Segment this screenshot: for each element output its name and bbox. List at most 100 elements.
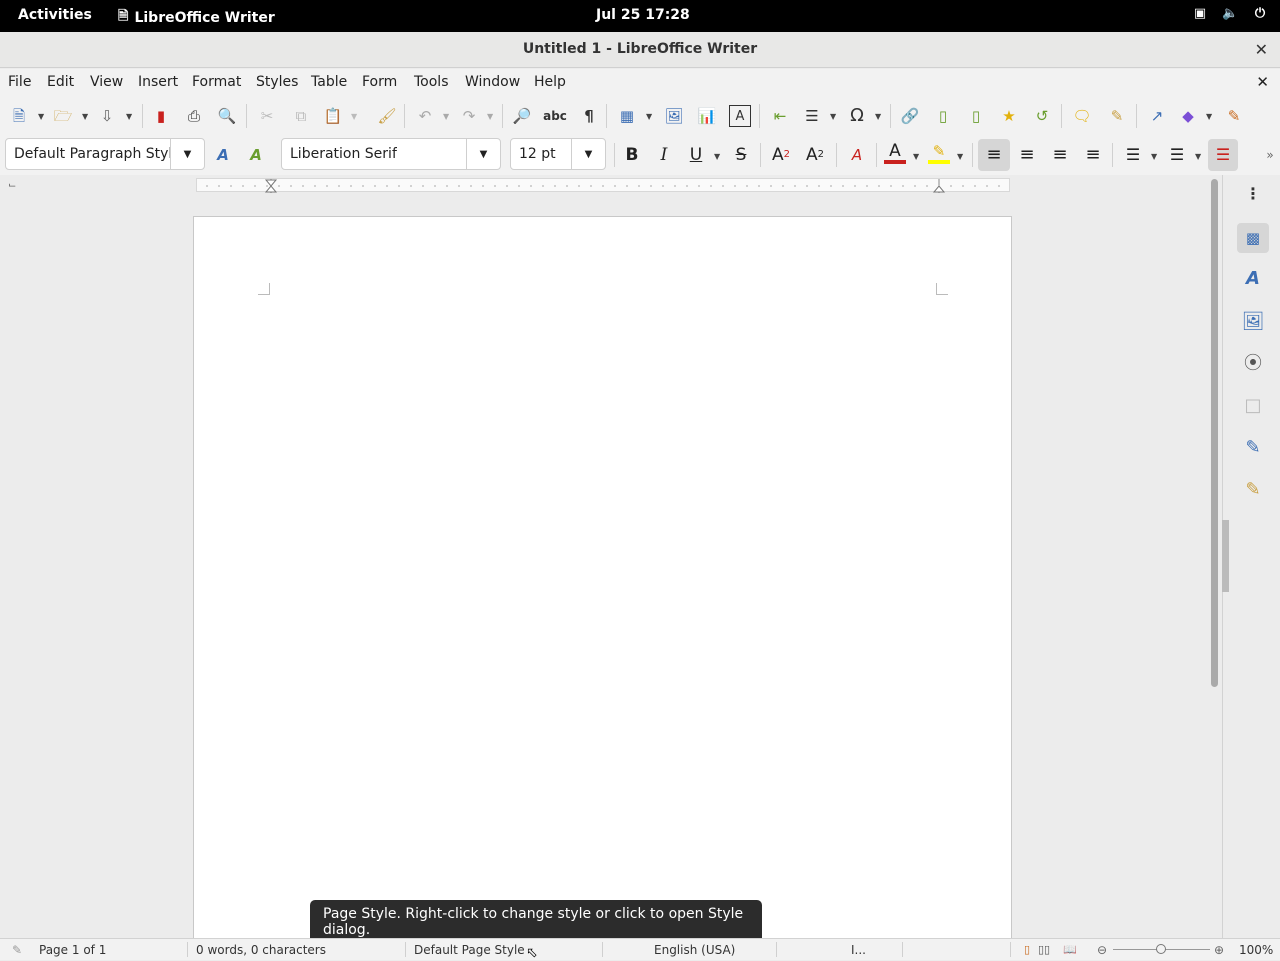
menu-window[interactable]: Window [465, 74, 520, 90]
activities-button[interactable]: Activities [18, 7, 92, 23]
window-close-button[interactable]: ✕ [1255, 40, 1268, 59]
document-workspace[interactable] [0, 196, 1206, 938]
chevron-down-icon[interactable]: ▼ [646, 112, 652, 121]
insert-page-break-icon[interactable]: ⇤ [769, 105, 791, 127]
insert-field-icon[interactable]: ☰ [801, 105, 823, 127]
chevron-down-icon[interactable]: ▼ [913, 152, 919, 161]
chevron-down-icon[interactable]: ▼ [1206, 112, 1212, 121]
chevron-down-icon[interactable]: ▼ [466, 139, 500, 169]
gallery-icon[interactable]: 🖼 [1242, 311, 1265, 333]
justify-icon[interactable]: ≡ [1082, 144, 1104, 166]
formatting-marks-icon[interactable]: ¶ [578, 105, 600, 127]
update-style-icon[interactable]: A [212, 144, 234, 166]
chevron-down-icon[interactable]: ▼ [82, 112, 88, 121]
properties-icon[interactable]: ▩ [1237, 223, 1269, 253]
chevron-down-icon[interactable]: ▼ [487, 112, 493, 121]
menu-format[interactable]: Format [192, 74, 241, 90]
chevron-down-icon[interactable]: ▼ [170, 139, 204, 169]
bookmark-icon[interactable]: ★ [998, 105, 1020, 127]
clear-formatting-icon[interactable]: A [846, 144, 868, 166]
comment-icon[interactable]: 🗨 [1071, 105, 1093, 127]
underline-icon[interactable]: U [685, 144, 707, 166]
page-count[interactable]: Page 1 of 1 [39, 943, 106, 957]
language-status[interactable]: English (USA) [654, 943, 735, 957]
align-right-icon[interactable]: ≡ [1049, 144, 1071, 166]
bold-icon[interactable]: B [621, 144, 643, 166]
zoom-level[interactable]: 100% [1239, 943, 1273, 957]
print-preview-icon[interactable]: 🔍 [216, 105, 238, 127]
single-page-view-icon[interactable]: ▯ [1024, 943, 1030, 956]
save-icon[interactable]: ⇩ [96, 105, 118, 127]
paste-icon[interactable]: 📋 [322, 105, 344, 127]
chevron-down-icon[interactable]: ▼ [571, 139, 605, 169]
menu-form[interactable]: Form [362, 74, 397, 90]
chevron-down-icon[interactable]: ▼ [351, 112, 357, 121]
word-count[interactable]: 0 words, 0 characters [196, 943, 326, 957]
chevron-down-icon[interactable]: ▼ [38, 112, 44, 121]
close-document-button[interactable]: ✕ [1256, 73, 1269, 91]
superscript-icon[interactable]: A2 [770, 144, 792, 166]
vertical-scrollbar[interactable] [1207, 175, 1222, 938]
outline-format-icon[interactable]: ☰ [1208, 139, 1238, 171]
menu-tools[interactable]: Tools [414, 74, 449, 90]
paragraph-style-value[interactable]: Default Paragraph Style [14, 146, 170, 162]
sidebar-collapse-handle[interactable] [1222, 520, 1229, 592]
navigator-icon[interactable]: ⦿ [1242, 353, 1264, 375]
font-color-icon[interactable]: A [884, 142, 906, 164]
vertical-scrollbar-thumb[interactable] [1211, 179, 1218, 687]
document-modified-icon[interactable]: ✎ [12, 943, 22, 957]
menu-help[interactable]: Help [534, 74, 566, 90]
special-character-icon[interactable]: Ω [846, 105, 868, 127]
track-changes-icon[interactable]: ✎ [1106, 105, 1128, 127]
highlight-icon[interactable]: ✎ [928, 142, 950, 164]
book-view-icon[interactable]: 📖 [1063, 943, 1077, 956]
open-folder-icon[interactable]: 🗁 [52, 105, 74, 127]
chevron-down-icon[interactable]: ▼ [957, 152, 963, 161]
manage-changes-icon[interactable]: ✎ [1242, 479, 1264, 501]
menu-file[interactable]: File [8, 74, 31, 90]
multi-page-view-icon[interactable]: ▯▯ [1038, 943, 1050, 956]
copy-icon[interactable]: ⧉ [290, 105, 312, 127]
align-center-icon[interactable]: ≡ [1016, 144, 1038, 166]
footnote-icon[interactable]: ▯ [932, 105, 954, 127]
zoom-in-icon[interactable]: ⊕ [1214, 943, 1224, 957]
system-tray[interactable]: ▣ 🔈 ⏻ [1192, 6, 1268, 24]
menu-table[interactable]: Table [311, 74, 347, 90]
chevron-down-icon[interactable]: ▼ [714, 152, 720, 161]
line-icon[interactable]: ↗ [1146, 105, 1168, 127]
chevron-down-icon[interactable]: ▼ [1195, 152, 1201, 161]
document-page[interactable] [193, 216, 1012, 938]
font-name-value[interactable]: Liberation Serif [290, 146, 397, 162]
horizontal-ruler[interactable] [196, 178, 1010, 193]
find-replace-icon[interactable]: 🔎 [511, 105, 533, 127]
menu-edit[interactable]: Edit [47, 74, 74, 90]
new-style-icon[interactable]: A [245, 144, 267, 166]
italic-icon[interactable]: I [653, 144, 675, 166]
insert-mode-status[interactable]: I... [851, 943, 866, 957]
endnote-icon[interactable]: ▯ [965, 105, 987, 127]
screen-icon[interactable]: ▣ [1192, 6, 1208, 24]
basic-shapes-icon[interactable]: ◆ [1177, 105, 1199, 127]
print-icon[interactable]: ⎙ [183, 105, 205, 127]
hyperlink-icon[interactable]: 🔗 [899, 105, 921, 127]
clone-formatting-icon[interactable]: 🖌 [376, 105, 398, 127]
chevron-down-icon[interactable]: ▼ [875, 112, 881, 121]
redo-icon[interactable]: ↷ [458, 105, 480, 127]
new-document-icon[interactable]: 🗎 [8, 105, 30, 127]
styles-icon[interactable]: A [1242, 268, 1264, 290]
page-style-status[interactable]: Default Page Style [414, 943, 525, 957]
insert-image-icon[interactable]: 🖼 [663, 105, 685, 127]
zoom-out-icon[interactable]: ⊖ [1097, 943, 1107, 957]
clock[interactable]: Jul 25 17:28 [596, 7, 690, 23]
insert-textbox-icon[interactable]: A [729, 105, 751, 127]
numbered-list-icon[interactable]: ☰ [1166, 144, 1188, 166]
chevron-down-icon[interactable]: ▼ [443, 112, 449, 121]
volume-icon[interactable]: 🔈 [1222, 6, 1238, 24]
page-icon[interactable]: □ [1242, 395, 1264, 417]
insert-table-icon[interactable]: ▦ [616, 105, 638, 127]
strikethrough-icon[interactable]: S [730, 144, 752, 166]
chevron-down-icon[interactable]: ▼ [1151, 152, 1157, 161]
insert-chart-icon[interactable]: 📊 [696, 105, 718, 127]
chevron-down-icon[interactable]: ▼ [830, 112, 836, 121]
menu-view[interactable]: View [90, 74, 123, 90]
